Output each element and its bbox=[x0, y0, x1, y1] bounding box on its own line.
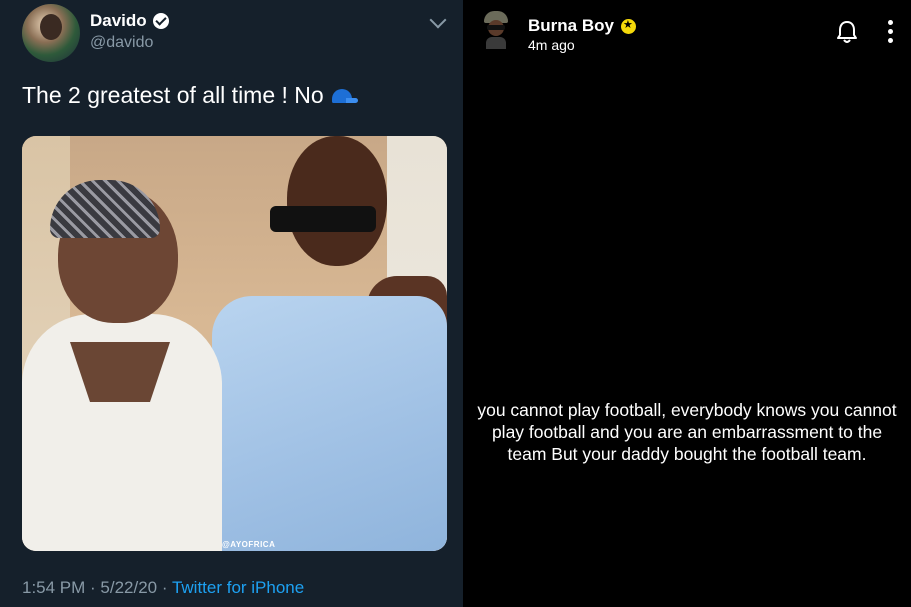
tweet-text-body: The 2 greatest of all time ! No bbox=[22, 82, 324, 108]
tweet-timestamp: 1:54 PM · 5/22/20 · bbox=[22, 578, 172, 597]
story-user-row: Burna Boy bbox=[528, 16, 636, 36]
author-name[interactable]: Davido bbox=[90, 11, 147, 31]
tweet-source-link[interactable]: Twitter for iPhone bbox=[172, 578, 304, 597]
star-badge-icon bbox=[620, 18, 636, 34]
author-handle[interactable]: @davido bbox=[90, 34, 153, 52]
author-name-row: Davido bbox=[90, 11, 169, 31]
verified-badge-icon bbox=[152, 13, 169, 29]
tweet-text: The 2 greatest of all time ! No bbox=[22, 82, 358, 109]
blue-cap-icon bbox=[331, 88, 358, 103]
photo-person-right-head bbox=[287, 136, 387, 266]
tweet-image[interactable]: @AYOFRICA bbox=[22, 136, 447, 551]
tweet-panel: Davido @davido The 2 greatest of all tim… bbox=[0, 0, 463, 607]
chevron-down-icon[interactable] bbox=[429, 11, 447, 29]
user-bitmoji-avatar[interactable] bbox=[482, 11, 510, 51]
bell-icon[interactable] bbox=[836, 20, 858, 44]
story-time: 4m ago bbox=[528, 37, 575, 53]
story-panel: Burna Boy 4m ago you cannot play footbal… bbox=[463, 0, 911, 607]
photo-person-right-sunglasses bbox=[270, 206, 376, 232]
story-caption: you cannot play football, everybody know… bbox=[477, 400, 897, 464]
tweet-meta: 1:54 PM · 5/22/20 · Twitter for iPhone bbox=[22, 578, 304, 598]
photo-person-right-robe bbox=[212, 296, 447, 551]
story-user-name[interactable]: Burna Boy bbox=[528, 16, 614, 36]
image-watermark: @AYOFRICA bbox=[222, 540, 276, 549]
more-vertical-icon[interactable] bbox=[887, 20, 895, 44]
author-avatar[interactable] bbox=[22, 4, 80, 62]
